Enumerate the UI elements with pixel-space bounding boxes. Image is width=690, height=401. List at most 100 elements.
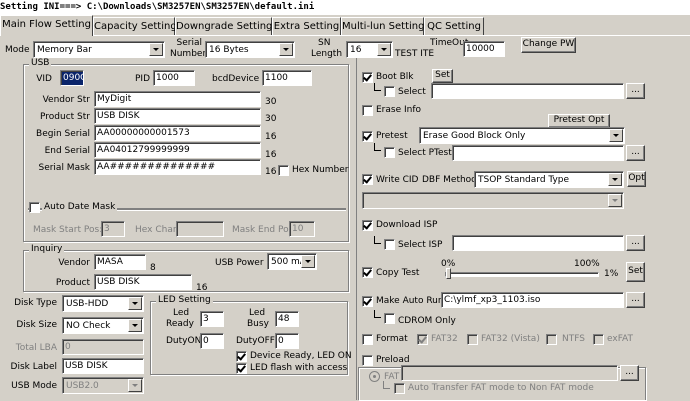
duty-on-input[interactable]: 0 xyxy=(200,333,224,349)
mask-end-pos-label: Mask End Pos: xyxy=(232,225,297,235)
preload-checkbox[interactable] xyxy=(362,355,373,366)
serial-mask-label: Serial Mask xyxy=(38,163,90,173)
begin-serial-input[interactable]: AA00000000001573 xyxy=(94,125,261,141)
pretest-opt-button[interactable]: Pretest Opt xyxy=(548,114,610,128)
disk-size-select[interactable]: NO Check xyxy=(62,317,144,334)
pid-label: PID xyxy=(135,74,151,84)
total-lba-input[interactable]: 0 xyxy=(62,339,144,355)
inquiry-product-length: 16 xyxy=(196,283,208,293)
copy-test-slider-track[interactable] xyxy=(445,272,599,277)
preload-fat-path-input[interactable] xyxy=(401,365,618,381)
chevron-down-icon xyxy=(608,173,622,186)
inquiry-product-label: Product xyxy=(55,278,90,288)
boot-blk-checkbox[interactable] xyxy=(362,72,373,83)
boot-blk-select-checkbox[interactable] xyxy=(384,86,395,97)
tab-capacity-setting[interactable]: Capacity Setting xyxy=(93,17,177,35)
product-str-label: Product Str xyxy=(40,112,90,122)
isp-path-input[interactable] xyxy=(452,235,624,251)
tab-extra-setting[interactable]: Extra Setting xyxy=(272,17,341,35)
format-label: Format xyxy=(376,334,408,344)
usb-power-select[interactable]: 500 mA xyxy=(267,253,317,270)
pretest-checkbox[interactable] xyxy=(362,131,373,142)
led-flash-access-checkbox[interactable] xyxy=(236,363,247,374)
download-isp-checkbox[interactable] xyxy=(362,220,373,231)
auto-run-browse-button[interactable]: ... xyxy=(626,292,645,308)
dbf-method-select[interactable]: TSOP Standard Type xyxy=(474,171,624,188)
tree-branch-icon xyxy=(374,310,381,318)
pid-input[interactable]: 1000 xyxy=(153,70,195,86)
copy-test-slider-thumb[interactable] xyxy=(446,268,451,279)
tab-qc-setting[interactable]: QC Setting xyxy=(424,17,484,35)
erase-info-checkbox[interactable] xyxy=(362,105,373,116)
boot-blk-path-input[interactable] xyxy=(431,83,624,99)
pretest-select[interactable]: Erase Good Block Only xyxy=(419,127,625,144)
led-setting-group-title: LED Setting xyxy=(156,295,213,306)
product-str-input[interactable]: USB DISK xyxy=(94,108,261,124)
vendor-str-input[interactable]: MyDigit xyxy=(94,91,261,107)
copy-test-percent: 1% xyxy=(604,269,619,279)
led-ready-input[interactable]: 3 xyxy=(200,311,224,327)
led-busy-input[interactable]: 48 xyxy=(275,311,299,327)
change-pw-button[interactable]: Change PW xyxy=(521,37,576,53)
end-serial-input[interactable]: AA04012799999999 xyxy=(94,142,261,158)
serial-number-select[interactable]: 16 Bytes xyxy=(205,41,295,58)
usb-mode-select[interactable]: USB2.0 xyxy=(62,377,144,394)
tab-multi-lun-setting[interactable]: Multi-lun Setting xyxy=(341,17,425,35)
dbf-secondary-select[interactable] xyxy=(362,192,624,209)
led-busy-label-2: Busy xyxy=(247,319,269,329)
tree-branch-icon xyxy=(374,236,381,244)
end-serial-length: 16 xyxy=(265,150,277,160)
select-ptest-checkbox[interactable] xyxy=(384,147,395,158)
auto-run-path-input[interactable]: C:\ylmf_xp3_1103.iso xyxy=(441,292,624,308)
ptest-browse-button[interactable]: ... xyxy=(626,145,645,161)
isp-browse-button[interactable]: ... xyxy=(626,235,645,251)
copy-test-checkbox[interactable] xyxy=(362,267,373,278)
cdrom-only-checkbox[interactable] xyxy=(384,313,395,324)
preload-browse-button[interactable]: ... xyxy=(620,365,639,381)
inquiry-product-input[interactable]: USB DISK xyxy=(94,274,192,290)
format-exfat-label: exFAT xyxy=(607,334,634,344)
select-isp-checkbox[interactable] xyxy=(384,239,395,250)
make-auto-run-checkbox[interactable] xyxy=(362,296,373,307)
hex-char-input[interactable] xyxy=(176,221,224,237)
timeout-input[interactable]: 10000 xyxy=(463,41,505,57)
format-ntfs-checkbox[interactable] xyxy=(546,334,557,345)
tab-downgrade-setting[interactable]: Downgrade Setting xyxy=(175,17,272,35)
format-fat32-vista-checkbox[interactable] xyxy=(467,334,478,345)
disk-type-select[interactable]: USB-HDD xyxy=(62,295,144,312)
bcd-device-input[interactable]: 1100 xyxy=(262,70,312,86)
boot-blk-set-button[interactable]: Set xyxy=(432,69,453,83)
write-cid-checkbox[interactable] xyxy=(362,174,373,185)
preload-fat-radio[interactable] xyxy=(369,371,380,382)
auto-transfer-fat-checkbox[interactable] xyxy=(394,383,405,394)
led-ready-label-1: Led xyxy=(173,308,190,318)
disk-label-input[interactable]: USB DISK xyxy=(62,358,144,374)
vendor-str-label: Vendor Str xyxy=(42,95,90,105)
mask-start-pos-input[interactable]: 3 xyxy=(101,221,125,237)
tab-main-flow-setting[interactable]: Main Flow Setting xyxy=(0,15,93,36)
hex-number-checkbox[interactable] xyxy=(278,165,289,176)
device-ready-led-on-checkbox[interactable] xyxy=(236,351,247,362)
format-checkbox[interactable] xyxy=(362,334,373,345)
sn-length-select[interactable]: 16 xyxy=(346,41,393,58)
mode-select[interactable]: Memory Bar xyxy=(33,41,165,58)
chevron-down-icon xyxy=(128,297,142,310)
usb-mode-value: USB2.0 xyxy=(66,381,99,391)
inquiry-vendor-input[interactable]: MASA xyxy=(94,254,146,270)
auto-date-mask-checkbox[interactable] xyxy=(29,202,40,213)
copy-test-set-button[interactable]: Set xyxy=(626,262,645,282)
mask-end-pos-input[interactable]: 10 xyxy=(289,221,315,237)
vid-input[interactable]: 090C xyxy=(60,70,84,86)
serial-mask-input[interactable]: AA############## xyxy=(94,159,261,175)
disk-type-value: USB-HDD xyxy=(66,299,109,309)
sn-length-value: 16 xyxy=(350,45,362,55)
ptest-path-input[interactable] xyxy=(452,145,624,161)
dbf-opt-button[interactable]: Opt xyxy=(627,171,646,187)
boot-blk-browse-button[interactable]: ... xyxy=(626,83,645,99)
format-fat32-checkbox[interactable] xyxy=(417,334,428,345)
duty-off-input[interactable]: 0 xyxy=(275,333,299,349)
format-exfat-checkbox[interactable] xyxy=(593,334,604,345)
usb-mode-label: USB Mode xyxy=(11,381,57,391)
chevron-down-icon xyxy=(149,43,163,56)
product-str-length: 30 xyxy=(265,114,277,124)
